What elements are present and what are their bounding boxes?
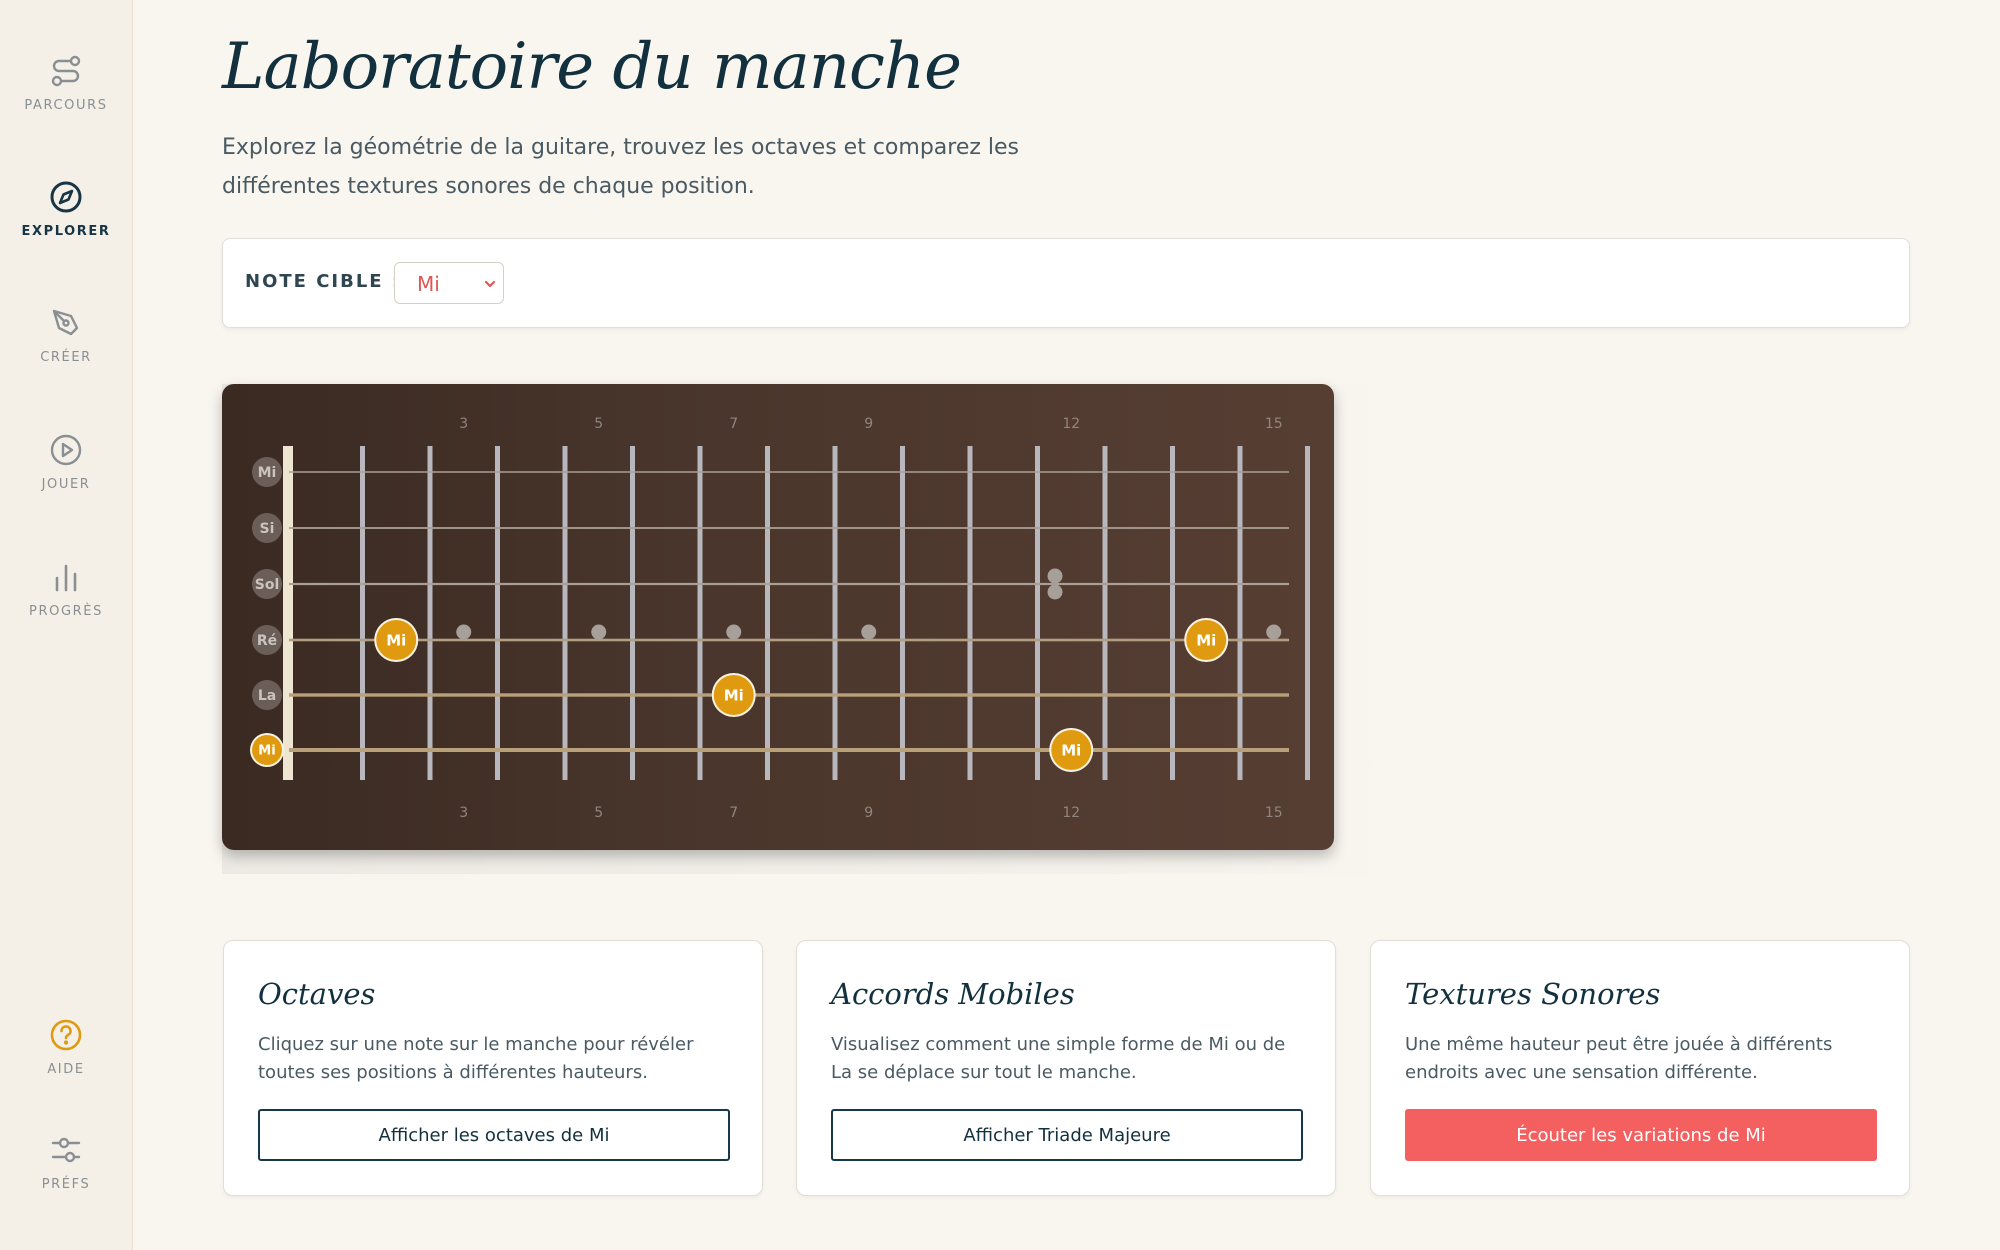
- route-icon: [51, 55, 81, 87]
- fret-number: 5: [594, 805, 603, 821]
- sidebar-item-parcours[interactable]: PARCOURS: [0, 54, 132, 113]
- note-select[interactable]: Mi: [394, 262, 504, 304]
- card-title: Textures Sonores: [1405, 977, 1661, 1011]
- fret-wire: [765, 446, 770, 780]
- fretboard: 3 3 5 5 7 7 9 9 12 12 15 15 Mi Si Sol Ré La Mi Mi Mi Mi Mi: [222, 384, 1334, 850]
- show-triad-button[interactable]: Afficher Triade Majeure: [831, 1109, 1303, 1161]
- sidebar-item-label: PROGRÈS: [29, 604, 103, 619]
- card-octaves: Octaves Cliquez sur une note sur le manc…: [223, 940, 763, 1196]
- card-accords-mobiles: Accords Mobiles Visualisez comment une s…: [796, 940, 1336, 1196]
- fret-wire: [1035, 446, 1040, 780]
- guitar-string: [289, 527, 1289, 529]
- fret-wire: [495, 446, 500, 780]
- sidebar-item-creer[interactable]: CRÉER: [0, 306, 132, 365]
- note-marker[interactable]: [252, 735, 282, 765]
- sliders-icon: [51, 1137, 81, 1163]
- fret-wire: [967, 446, 973, 780]
- pen-icon: [52, 309, 79, 336]
- string-name-label: Ré: [257, 633, 277, 649]
- inlay-dot: [456, 624, 472, 640]
- fret-number: 15: [1265, 805, 1283, 821]
- fret-wire: [427, 446, 433, 780]
- inlay-dot: [1047, 584, 1063, 600]
- sidebar: PARCOURS EXPLORER CRÉER JOUER PROGRÈS AI…: [0, 0, 133, 1250]
- note-picker-label: NOTE CIBLE :: [245, 271, 402, 292]
- guitar-string: [289, 638, 1289, 642]
- inlay-dot: [591, 624, 607, 640]
- card-title: Accords Mobiles: [831, 977, 1075, 1011]
- card-text: Cliquez sur une note sur le manche pour …: [258, 1034, 694, 1083]
- string-name-label: La: [258, 688, 276, 704]
- sidebar-item-label: AIDE: [47, 1062, 85, 1077]
- play-icon: [50, 434, 82, 466]
- sidebar-item-explorer[interactable]: EXPLORER: [0, 180, 132, 239]
- fret-number: 3: [459, 805, 468, 821]
- inlay-dot: [861, 624, 877, 640]
- card-text: Visualisez comment une simple forme de M…: [831, 1034, 1286, 1083]
- fret-wire: [1237, 446, 1243, 780]
- string-name-label: Mi: [258, 465, 277, 481]
- card-text: Une même hauteur peut être jouée à diffé…: [1405, 1034, 1833, 1083]
- fret-number: 7: [729, 416, 738, 432]
- sidebar-item-label: EXPLORER: [21, 224, 111, 239]
- fretboard-svg: 3355779912121515MiSiSolRéLaMiMiMiMiMi: [250, 416, 1310, 821]
- fret-wire: [697, 446, 703, 780]
- fret-number: 3: [459, 416, 468, 432]
- fret-wire: [1102, 446, 1108, 780]
- bar-chart-icon: [55, 564, 77, 592]
- sidebar-item-label: PARCOURS: [24, 98, 108, 113]
- sidebar-item-label: CRÉER: [40, 350, 92, 365]
- sidebar-item-label: PRÉFS: [41, 1177, 91, 1192]
- inlay-dot: [1047, 568, 1063, 584]
- compass-icon: [50, 181, 82, 213]
- fret-wire: [562, 446, 568, 780]
- sidebar-item-progres[interactable]: PROGRÈS: [0, 560, 132, 619]
- listen-variations-button[interactable]: Écouter les variations de Mi: [1405, 1109, 1877, 1161]
- fret-wire: [832, 446, 838, 780]
- fret-number: 12: [1062, 416, 1080, 432]
- fret-wire: [900, 446, 905, 780]
- card-title: Octaves: [258, 977, 376, 1011]
- guitar-string: [289, 748, 1289, 752]
- inlay-dot: [1266, 624, 1282, 640]
- guitar-string: [289, 693, 1289, 697]
- sidebar-item-jouer[interactable]: JOUER: [0, 433, 132, 492]
- fret-number: 12: [1062, 805, 1080, 821]
- note-picker-bar: NOTE CIBLE : Mi: [222, 238, 1910, 328]
- note-select-value: Mi: [417, 272, 440, 296]
- fret-wire: [360, 446, 365, 780]
- note-marker[interactable]: [1186, 620, 1227, 660]
- fret-wire: [1170, 446, 1175, 780]
- string-name-label: Sol: [255, 577, 280, 593]
- fret-number: 7: [729, 805, 738, 821]
- note-marker[interactable]: [713, 675, 754, 715]
- fret-number: 5: [594, 416, 603, 432]
- inlay-dot: [726, 624, 742, 640]
- sidebar-item-prefs[interactable]: PRÉFS: [0, 1133, 132, 1192]
- fretboard-nut: [283, 446, 293, 780]
- string-name-label: Si: [260, 521, 275, 537]
- fret-number: 9: [864, 416, 873, 432]
- page-title: Laboratoire du manche: [222, 30, 962, 104]
- note-marker[interactable]: [1051, 730, 1092, 770]
- note-marker[interactable]: [376, 620, 417, 660]
- sidebar-item-aide[interactable]: AIDE: [0, 1018, 132, 1077]
- sidebar-item-label: JOUER: [41, 477, 91, 492]
- page-subtitle: Explorez la géométrie de la guitare, tro…: [222, 135, 1020, 199]
- fret-number: 15: [1265, 416, 1283, 432]
- card-textures-sonores: Textures Sonores Une même hauteur peut ê…: [1370, 940, 1910, 1196]
- guitar-string: [289, 471, 1289, 473]
- guitar-string: [289, 582, 1289, 586]
- fret-wire: [1305, 446, 1310, 780]
- fret-wire: [630, 446, 635, 780]
- chevron-down-icon: [484, 280, 496, 288]
- show-octaves-button[interactable]: Afficher les octaves de Mi: [258, 1109, 730, 1161]
- fret-number: 9: [864, 805, 873, 821]
- help-icon: [50, 1019, 82, 1051]
